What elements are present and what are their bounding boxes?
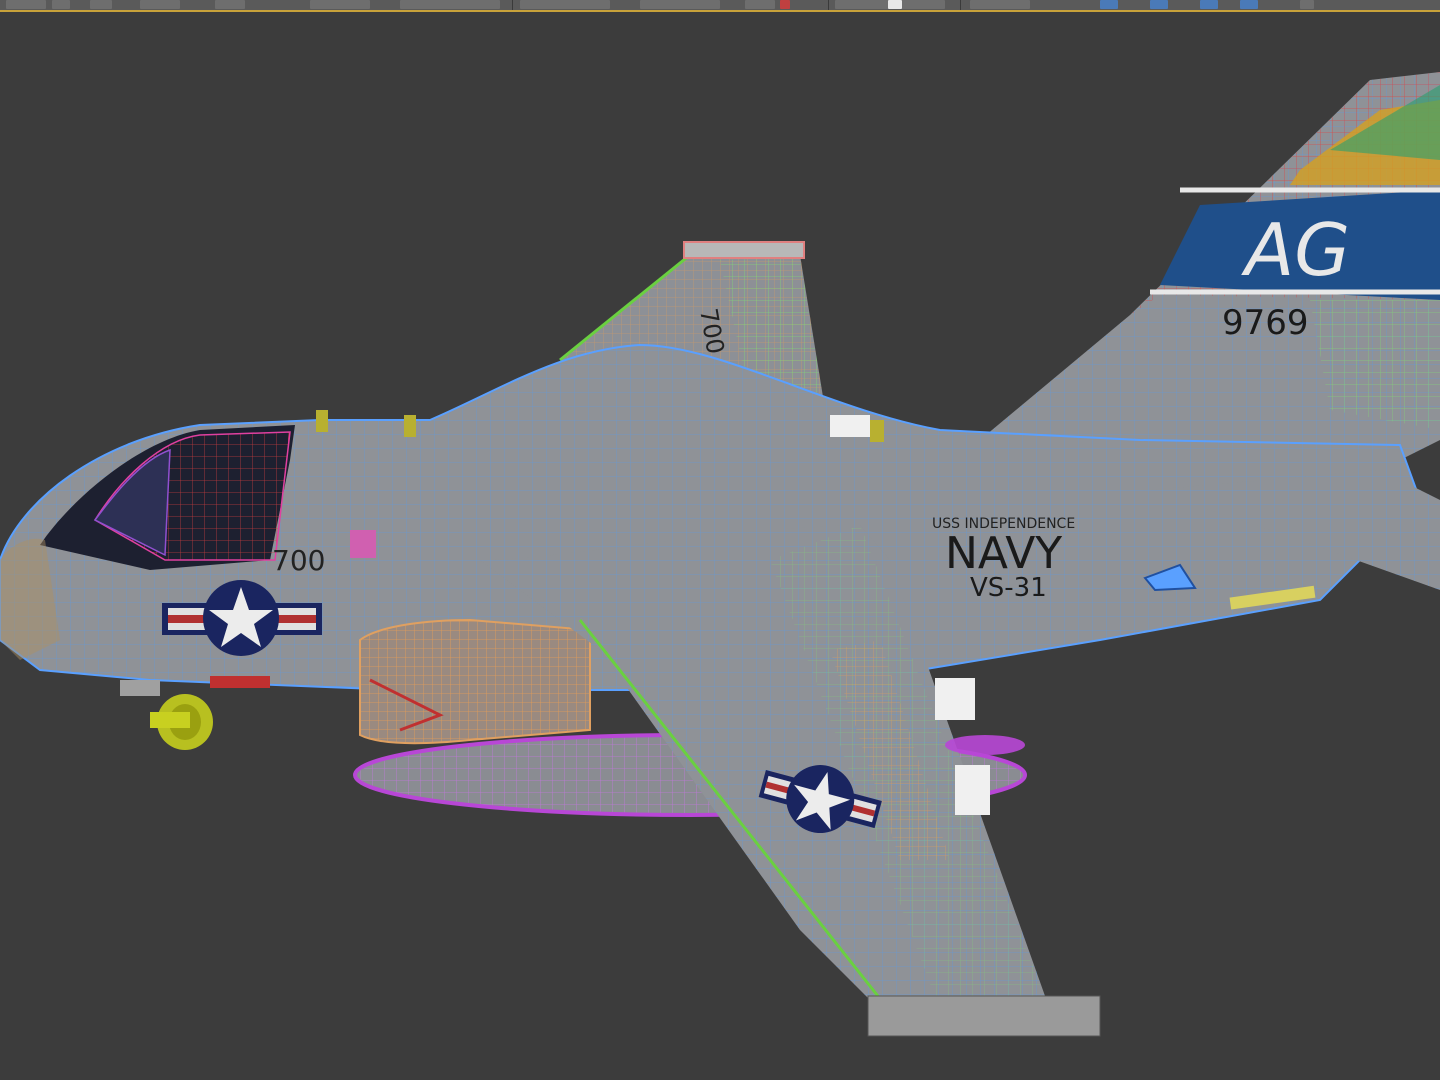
toolbar-icon[interactable] (1200, 0, 1218, 9)
tail-number-label: 9769 (1222, 303, 1309, 343)
toolbar-icon[interactable] (1100, 0, 1118, 9)
engine-nacelle[interactable] (359, 618, 591, 745)
toolbar-icon[interactable] (888, 0, 902, 9)
toolbar-button[interactable] (310, 0, 370, 9)
toolbar-button[interactable] (215, 0, 245, 9)
pylon (935, 678, 975, 720)
toolbar-separator (960, 0, 961, 10)
squadron-label: VS-31 (970, 573, 1047, 603)
toolbar-separator (512, 0, 513, 10)
record-icon[interactable] (780, 0, 790, 9)
toolbar-button[interactable] (52, 0, 70, 9)
toolbar-button[interactable] (745, 0, 775, 9)
toolbar-button[interactable] (970, 0, 1030, 9)
toolbar-button[interactable] (90, 0, 112, 9)
toolbar-icon[interactable] (1150, 0, 1168, 9)
aircraft-wireframe-render[interactable]: 700 AG 9769 700 USS INDEPENDENCE NAVY VS… (0, 12, 1440, 1080)
toolbar-button[interactable] (400, 0, 500, 9)
3d-viewport[interactable]: 700 AG 9769 700 USS INDEPENDENCE NAVY VS… (0, 12, 1440, 1080)
nose-landing-gear[interactable] (120, 680, 213, 750)
toolbar-button[interactable] (1300, 0, 1314, 9)
toolbar-separator (828, 0, 829, 10)
main-toolbar (0, 0, 1440, 12)
toolbar-button[interactable] (640, 0, 720, 9)
pylon (955, 765, 990, 815)
nose-number-label: 700 (272, 544, 325, 577)
vertical-tail[interactable]: AG 9769 (980, 72, 1440, 460)
service-label: NAVY (945, 528, 1062, 579)
toolbar-button[interactable] (520, 0, 610, 9)
toolbar-button[interactable] (6, 0, 46, 9)
tail-code-label: AG (1241, 208, 1350, 292)
toolbar-button[interactable] (140, 0, 180, 9)
toolbar-icon[interactable] (1240, 0, 1258, 9)
